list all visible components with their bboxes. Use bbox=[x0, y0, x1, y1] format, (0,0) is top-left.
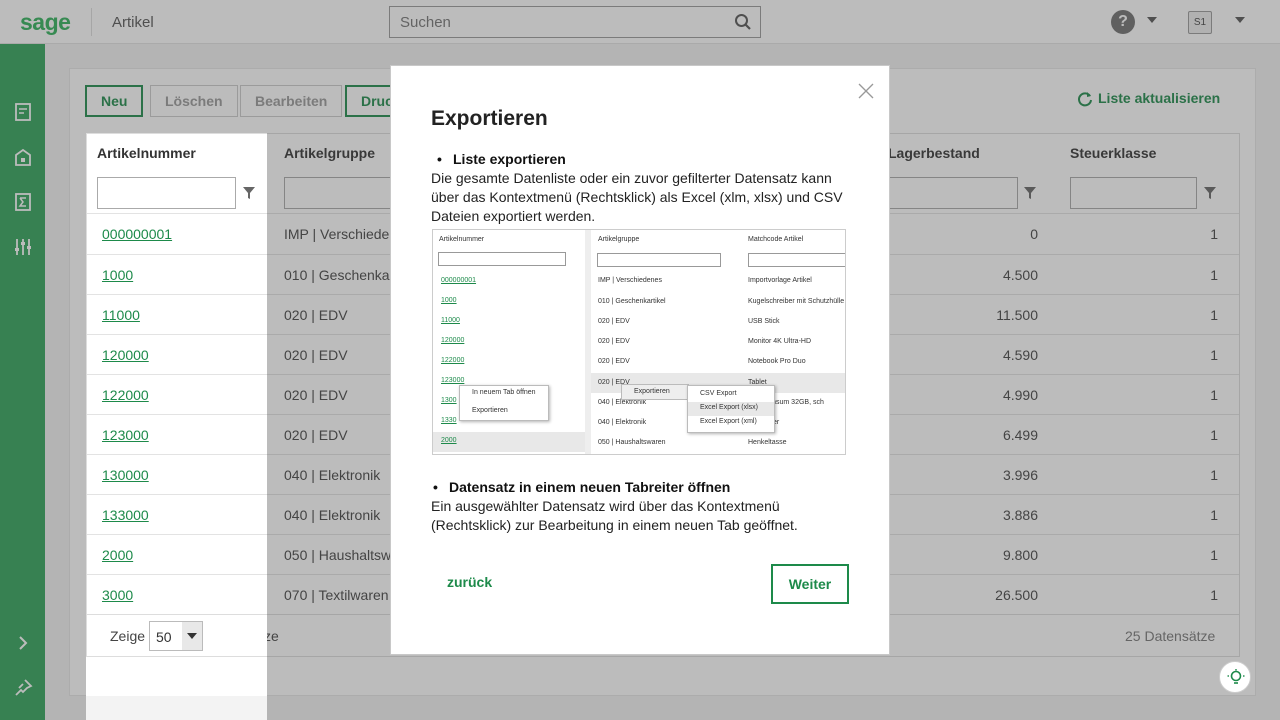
divider bbox=[86, 133, 87, 657]
section-heading: Liste exportieren bbox=[437, 151, 566, 167]
divider bbox=[86, 133, 267, 134]
row-divider bbox=[87, 414, 267, 415]
illustration-menu-item: Excel Export (xml) bbox=[700, 418, 757, 425]
illustration-cell: Kugelschreiber mit Schutzhülle bbox=[748, 298, 845, 305]
article-link[interactable]: 11000 bbox=[102, 307, 140, 323]
grid-bottom-border bbox=[87, 656, 267, 657]
illustration-screenshot: Artikelnummer Artikelgruppe Matchcode Ar… bbox=[432, 229, 846, 455]
illustration-cell: 040 | Elektronik bbox=[598, 399, 647, 406]
illustration-filter bbox=[438, 252, 566, 266]
column-header-artikelnummer[interactable]: Artikelnummer bbox=[97, 145, 196, 161]
illustration-cell: Notebook Pro Duo bbox=[748, 358, 806, 365]
illustration-cell: 1300 bbox=[441, 397, 457, 404]
illustration-context-menu: In neuem Tab öffnen Exportieren bbox=[459, 385, 549, 421]
article-link[interactable]: 123000 bbox=[102, 427, 149, 443]
article-link[interactable]: 000000001 bbox=[102, 226, 172, 242]
back-button[interactable]: zurück bbox=[447, 574, 492, 590]
page-size-select[interactable]: 50 bbox=[149, 621, 203, 651]
illustration-cell: 020 | EDV bbox=[598, 358, 630, 365]
article-link[interactable]: 130000 bbox=[102, 467, 149, 483]
article-link[interactable]: 1000 bbox=[102, 267, 133, 283]
article-link[interactable]: 122000 bbox=[102, 387, 149, 403]
article-link[interactable]: 133000 bbox=[102, 507, 149, 523]
illustration-header: Artikelgruppe bbox=[598, 236, 640, 243]
lightbulb-icon bbox=[1227, 669, 1245, 684]
illustration-cell: Henkeltasse bbox=[748, 439, 787, 446]
article-link[interactable]: 120000 bbox=[102, 347, 149, 363]
illustration-cell: USB Stick bbox=[748, 318, 780, 325]
illustration-header: Matchcode Artikel bbox=[748, 236, 804, 243]
illustration-cell: 1000 bbox=[441, 297, 457, 304]
illustration-filter bbox=[597, 253, 721, 267]
illustration-cell: 1330 bbox=[441, 417, 457, 424]
row-divider bbox=[87, 534, 267, 535]
illustration-cell: 010 | Geschenkartikel bbox=[598, 298, 666, 305]
section-heading: Datensatz in einem neuen Tabreiter öffne… bbox=[433, 479, 730, 495]
illustration-submenu: CSV Export Excel Export (xlsx) Excel Exp… bbox=[687, 385, 775, 433]
close-icon[interactable] bbox=[857, 82, 875, 100]
illustration-cell: 122000 bbox=[441, 357, 465, 364]
illustration-cell: IMP | Verschiedenes bbox=[598, 277, 662, 284]
section-text: Ein ausgewählter Datensatz wird über das… bbox=[431, 498, 798, 533]
section-text: Die gesamte Datenliste oder ein zuvor ge… bbox=[431, 170, 843, 224]
illustration-cell: 040 | Elektronik bbox=[598, 419, 647, 426]
page-size-value: 50 bbox=[156, 629, 172, 645]
illustration-cell: Importvorlage Artikel bbox=[748, 277, 812, 284]
row-divider bbox=[87, 494, 267, 495]
grid-footer-divider bbox=[87, 614, 267, 615]
illustration-filter bbox=[748, 253, 845, 267]
pager-prefix: Zeige bbox=[110, 628, 146, 644]
illustration-cell: 123000 bbox=[441, 377, 465, 384]
dropdown-toggle[interactable] bbox=[182, 622, 202, 650]
illustration-cell: 020 | EDV bbox=[598, 338, 630, 345]
article-link[interactable]: 3000 bbox=[102, 587, 133, 603]
illustration-cell: 000000001 bbox=[441, 277, 477, 284]
illustration-cell: 050 | Haushaltswaren bbox=[598, 439, 666, 446]
next-button[interactable]: Weiter bbox=[771, 564, 849, 604]
illustration-context-menu: Exportieren bbox=[621, 384, 689, 400]
illustration-cell: 2000 bbox=[441, 437, 457, 444]
illustration-menu-item: CSV Export bbox=[700, 390, 737, 397]
illustration-menu-item: Exportieren bbox=[634, 388, 670, 395]
illustration-cell: 020 | EDV bbox=[598, 318, 630, 325]
illustration-cell: 11000 bbox=[441, 317, 460, 324]
illustration-menu-item: Exportieren bbox=[472, 407, 508, 414]
row-divider bbox=[87, 254, 267, 255]
row-divider bbox=[87, 213, 267, 214]
article-link[interactable]: 2000 bbox=[102, 547, 133, 563]
row-divider bbox=[87, 454, 267, 455]
illustration-cell: 120000 bbox=[441, 337, 465, 344]
divider bbox=[585, 230, 591, 454]
row-divider bbox=[87, 294, 267, 295]
filter-input-artikelnummer[interactable] bbox=[97, 177, 236, 209]
row-divider bbox=[87, 574, 267, 575]
frozen-column-footer bbox=[86, 696, 267, 720]
illustration-header: Artikelnummer bbox=[439, 236, 485, 243]
row-divider bbox=[87, 374, 267, 375]
tips-button[interactable] bbox=[1219, 661, 1251, 693]
illustration-menu-item: Excel Export (xlsx) bbox=[700, 404, 758, 411]
row-divider bbox=[87, 334, 267, 335]
dialog-title: Exportieren bbox=[431, 107, 548, 130]
illustration-cell: Monitor 4K Ultra-HD bbox=[748, 338, 812, 345]
illustration-menu-item: In neuem Tab öffnen bbox=[472, 389, 536, 396]
filter-icon[interactable] bbox=[242, 186, 256, 200]
chevron-down-icon bbox=[187, 633, 197, 639]
